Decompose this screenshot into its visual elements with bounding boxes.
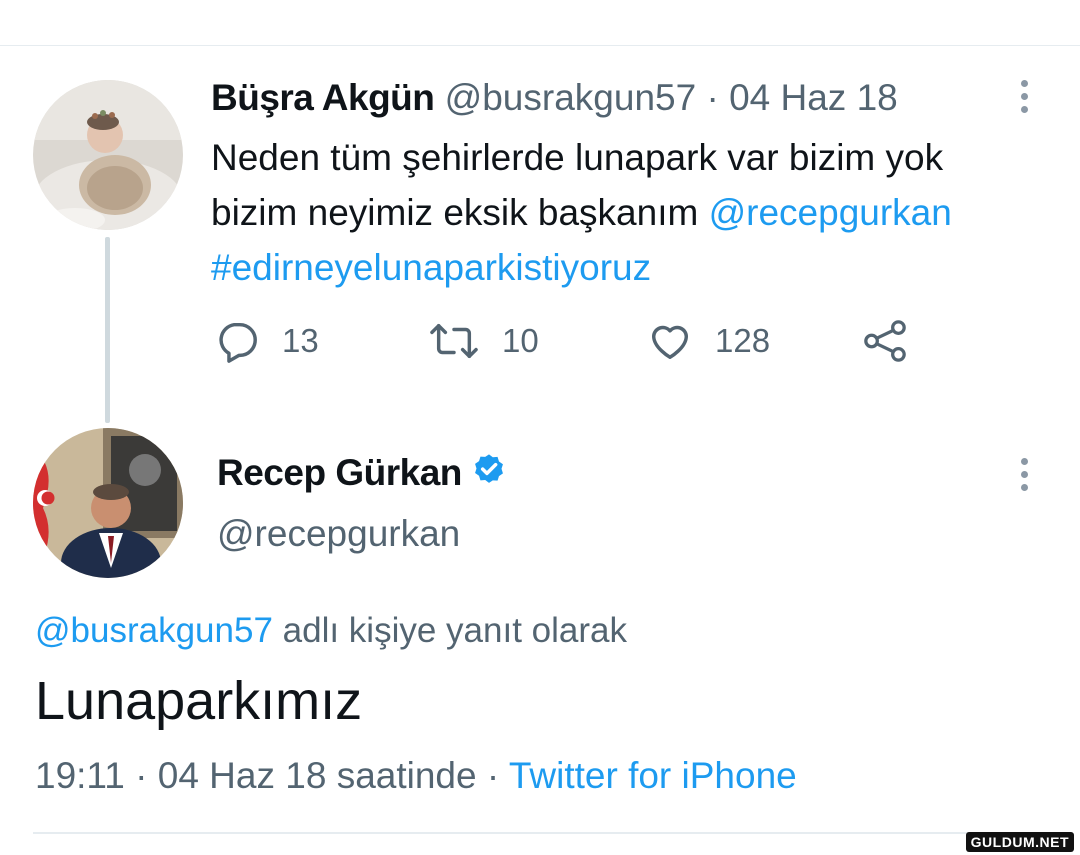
reply-action[interactable]: 13 bbox=[214, 318, 319, 364]
retweet-action[interactable]: 10 bbox=[428, 318, 539, 364]
header-separator: · bbox=[706, 77, 719, 118]
reply-icon bbox=[219, 322, 257, 363]
author-name[interactable]: Büşra Akgün bbox=[211, 77, 435, 118]
reply-author-name[interactable]: Recep Gürkan bbox=[217, 452, 462, 493]
reply-meta: 19:11 · 04 Haz 18 saatinde · Twitter for… bbox=[35, 755, 797, 797]
reply-date[interactable]: 04 Haz 18 saatinde bbox=[158, 755, 477, 796]
tweet-header: Büşra Akgün @busrakgun57 · 04 Haz 18 bbox=[211, 77, 898, 119]
meta-separator: · bbox=[135, 755, 148, 796]
retweet-count: 10 bbox=[502, 322, 539, 359]
reply-time[interactable]: 19:11 bbox=[35, 755, 125, 796]
author-handle[interactable]: @busrakgun57 bbox=[445, 77, 697, 118]
avatar-recep[interactable] bbox=[33, 428, 183, 578]
reply-count: 13 bbox=[282, 322, 319, 359]
avatar-busra[interactable] bbox=[33, 80, 183, 230]
reply-text: Lunaparkımız bbox=[35, 671, 363, 731]
like-icon bbox=[651, 325, 689, 360]
top-divider bbox=[0, 45, 1080, 46]
reply-source[interactable]: Twitter for iPhone bbox=[509, 755, 797, 796]
share-action[interactable] bbox=[862, 318, 908, 364]
replying-to-handle[interactable]: @busrakgun57 bbox=[35, 611, 273, 650]
thread-connector bbox=[105, 237, 110, 423]
more-icon[interactable] bbox=[1017, 80, 1031, 113]
replying-to-suffix: adlı kişiye yanıt olarak bbox=[282, 611, 627, 650]
tweet-date[interactable]: 04 Haz 18 bbox=[729, 77, 898, 118]
meta-separator-2: · bbox=[486, 755, 500, 796]
verified-badge-icon bbox=[474, 454, 503, 483]
retweet-icon bbox=[430, 323, 478, 359]
replying-to: @busrakgun57 adlı kişiye yanıt olarak bbox=[35, 611, 627, 651]
reply-more-icon[interactable] bbox=[1017, 458, 1031, 491]
reply-author-handle[interactable]: @recepgurkan bbox=[217, 513, 460, 555]
like-count: 128 bbox=[715, 322, 771, 359]
reply-author[interactable]: Recep Gürkan bbox=[217, 452, 508, 494]
share-icon bbox=[864, 320, 906, 362]
tweet-text-line2: bizim neyimiz eksik başkanım @recepgurka… bbox=[211, 185, 1041, 240]
tweet-text-line2-prefix: bizim neyimiz eksik başkanım bbox=[211, 192, 699, 233]
bottom-divider bbox=[33, 832, 1048, 834]
watermark-logo: GULDUM.NET bbox=[965, 832, 1074, 852]
tweet-text: Neden tüm şehirlerde lunapark var bizim … bbox=[211, 130, 1041, 295]
tweet-text-line1: Neden tüm şehirlerde lunapark var bizim … bbox=[211, 137, 944, 178]
mention-link[interactable]: @recepgurkan bbox=[709, 192, 952, 233]
like-action[interactable]: 128 bbox=[647, 318, 770, 364]
hashtag-link[interactable]: #edirneyelunaparkistiyoruz bbox=[211, 240, 1041, 295]
